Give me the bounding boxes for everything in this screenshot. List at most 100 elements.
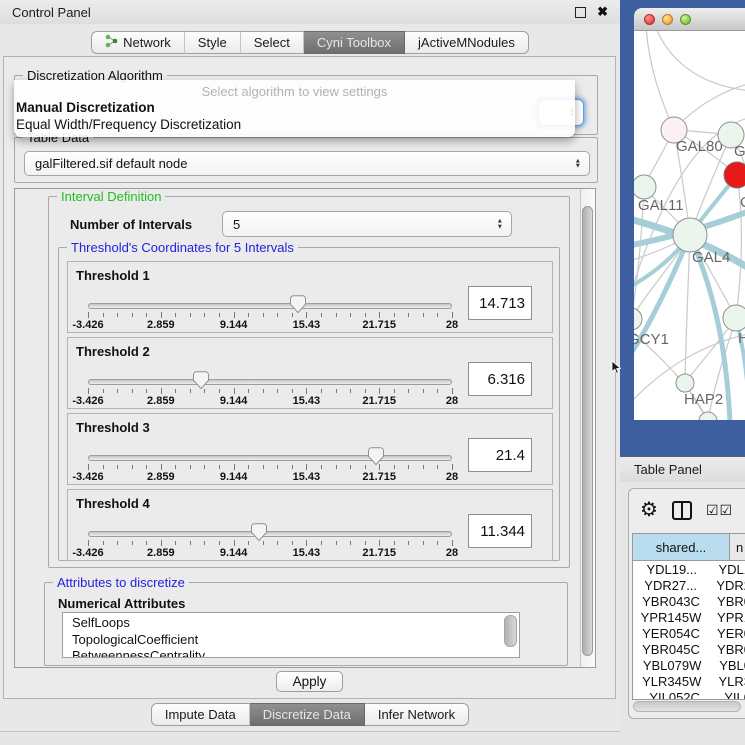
threshold-label: Threshold 3	[76, 420, 150, 435]
table-row[interactable]: YLR345WYLR3	[633, 673, 745, 689]
tab-style[interactable]: Style	[185, 31, 241, 54]
slider-track[interactable]	[88, 455, 452, 461]
threshold-panel-3: Threshold 3 -3.4262.8599.14415.4321.71528…	[67, 413, 553, 485]
slider-thumb[interactable]	[290, 295, 306, 314]
tab-impute-data[interactable]: Impute Data	[151, 703, 250, 726]
slider-thumb[interactable]	[251, 523, 267, 542]
checkboxes-icon[interactable]: ☑☑	[706, 502, 733, 519]
cell-name[interactable]: YER0	[710, 626, 745, 641]
tab-jactivemnodules[interactable]: jActiveMNodules	[405, 31, 529, 54]
panel-bottom-edge	[0, 731, 620, 732]
network-view-canvas[interactable]: GAL80GCGAL11GAL4GCY1HHAP2	[634, 31, 745, 420]
tab-infer-network[interactable]: Infer Network	[365, 703, 469, 726]
combo-arrows-icon: ▲▼	[497, 219, 503, 230]
window-close-icon[interactable]	[644, 14, 655, 25]
cell-shared-name[interactable]: YDL19...	[633, 562, 711, 577]
vertical-scrollbar-thumb[interactable]	[582, 206, 593, 656]
cell-name[interactable]: YLR3	[711, 674, 745, 689]
node-label: C	[740, 194, 745, 211]
slider-track[interactable]	[88, 531, 452, 537]
tab-label: Style	[198, 35, 227, 50]
apply-button[interactable]: Apply	[276, 671, 344, 692]
table-row[interactable]: YPR145WYPR1	[633, 609, 745, 625]
cell-shared-name[interactable]: YPR145W	[633, 610, 710, 625]
cell-shared-name[interactable]: YLR345W	[633, 674, 711, 689]
dropdown-item-manual-discretization[interactable]: Manual Discretization	[14, 99, 575, 116]
panel-title: Table Panel	[634, 462, 702, 477]
tab-cyni-toolbox[interactable]: Cyni Toolbox	[304, 31, 405, 54]
cell-shared-name[interactable]: YIL052C	[633, 690, 717, 701]
slider-thumb[interactable]	[193, 371, 209, 390]
threshold-slider[interactable]: -3.4262.8599.14415.4321.71528	[88, 450, 452, 484]
table-row[interactable]: YDL19...YDL1	[633, 561, 745, 577]
number-of-intervals-combobox[interactable]: 5 ▲▼	[222, 211, 512, 237]
dropdown-prompt-item[interactable]: Select algorithm to view settings	[14, 84, 575, 99]
table-row[interactable]: YIL052CYIL0	[633, 689, 745, 700]
network-node[interactable]	[699, 412, 717, 420]
threshold-slider[interactable]: -3.4262.8599.14415.4321.71528	[88, 374, 452, 408]
split-columns-icon[interactable]	[672, 501, 692, 520]
panel-title: Control Panel	[12, 5, 575, 20]
table-row[interactable]: YBR045CYBR0	[633, 641, 745, 657]
cell-name[interactable]: YDL1	[711, 562, 745, 577]
combo-value: 5	[233, 217, 240, 232]
table-row[interactable]: YER054CYER0	[633, 625, 745, 641]
table-row[interactable]: YDR27...YDR2	[633, 577, 745, 593]
cell-shared-name[interactable]: YBR045C	[633, 642, 710, 657]
cell-name[interactable]: YIL0	[717, 690, 745, 701]
network-node-c[interactable]	[724, 162, 745, 188]
threshold-value-field[interactable]: 21.4	[468, 438, 532, 472]
attribute-list-item[interactable]: BetweennessCentrality	[72, 648, 519, 658]
attribute-list-item[interactable]: TopologicalCoefficient	[72, 632, 519, 649]
tab-discretize-data[interactable]: Discretize Data	[250, 703, 365, 726]
slider-track[interactable]	[88, 303, 452, 309]
slider-track[interactable]	[88, 379, 452, 385]
table-horizontal-scrollbar-thumb[interactable]	[633, 701, 741, 712]
threshold-slider[interactable]: -3.4262.8599.14415.4321.71528	[88, 298, 452, 332]
cell-shared-name[interactable]: YBL079W	[633, 658, 712, 673]
close-panel-icon[interactable]: ✖	[597, 7, 608, 17]
group-title: Attributes to discretize	[53, 575, 189, 590]
tab-network[interactable]: Network	[91, 31, 185, 54]
cell-shared-name[interactable]: YBR043C	[633, 594, 710, 609]
threshold-value-field[interactable]: 11.344	[468, 514, 532, 548]
network-node-hap2[interactable]	[676, 374, 694, 392]
network-node-h[interactable]	[723, 305, 745, 331]
network-graph[interactable]: GAL80GCGAL11GAL4GCY1HHAP2	[634, 31, 745, 420]
network-node-gal11[interactable]	[634, 175, 656, 199]
table-row[interactable]: YBL079WYBL0	[633, 657, 745, 673]
window-minimize-icon[interactable]	[662, 14, 673, 25]
threshold-panel-2: Threshold 2-3.4262.8599.14415.4321.71528…	[67, 337, 553, 409]
numerical-attributes-list[interactable]: SelfLoopsTopologicalCoefficientBetweenne…	[62, 612, 520, 658]
network-window-titlebar[interactable]	[634, 8, 745, 31]
tab-select[interactable]: Select	[241, 31, 304, 54]
cell-name[interactable]: YDR2	[709, 578, 745, 593]
threshold-value-field[interactable]: 14.713	[468, 286, 532, 320]
float-panel-icon[interactable]	[575, 7, 586, 18]
cell-name[interactable]: YPR1	[710, 610, 745, 625]
network-node-gal4[interactable]	[673, 218, 707, 252]
column-header-shared-name[interactable]: shared...	[633, 534, 730, 560]
table-panel-toolbar: ⚙ ☑☑	[640, 496, 745, 524]
list-scrollbar-thumb[interactable]	[504, 615, 517, 647]
node-attribute-table[interactable]: shared... n YDL19...YDL1YDR27...YDR2YBR0…	[632, 533, 745, 700]
cell-name[interactable]: YBR0	[710, 594, 745, 609]
table-data-combobox[interactable]: galFiltered.sif default node ▲▼	[24, 151, 590, 176]
cell-shared-name[interactable]: YER054C	[633, 626, 710, 641]
column-header-name[interactable]: n	[730, 534, 745, 560]
table-row[interactable]: YBR043CYBR0	[633, 593, 745, 609]
cell-shared-name[interactable]: YDR27...	[633, 578, 709, 593]
gear-icon[interactable]: ⚙	[640, 500, 658, 520]
tab-label: Impute Data	[165, 707, 236, 722]
slider-thumb[interactable]	[368, 447, 384, 466]
threshold-value-field[interactable]: 6.316	[468, 362, 532, 396]
attribute-list-item[interactable]: SelfLoops	[72, 615, 519, 632]
dropdown-item-equal-width-frequency[interactable]: Equal Width/Frequency Discretization	[14, 116, 575, 133]
cell-name[interactable]: YBR0	[710, 642, 745, 657]
network-node-gcy1[interactable]	[634, 308, 642, 330]
tab-label: Cyni Toolbox	[317, 35, 391, 50]
threshold-slider[interactable]: -3.4262.8599.14415.4321.71528	[88, 526, 452, 560]
cell-name[interactable]: YBL0	[712, 658, 745, 673]
window-zoom-icon[interactable]	[680, 14, 691, 25]
table-panel-titlebar: Table Panel	[620, 456, 745, 482]
